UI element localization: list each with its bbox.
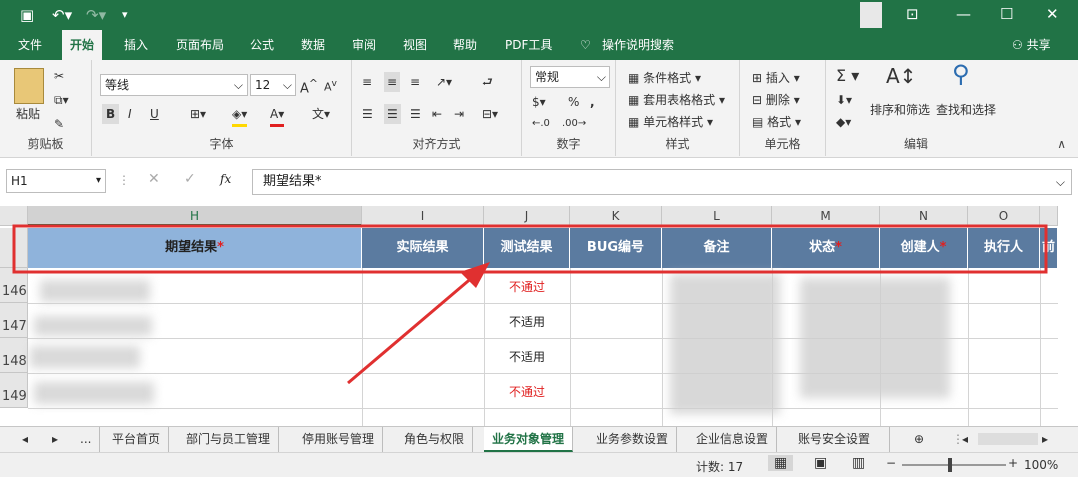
status-bar: 计数: 17 ▦ ▣ ▥ − + 100% bbox=[0, 452, 1078, 477]
more-sheets-button[interactable]: ... bbox=[72, 427, 101, 452]
sheet-tab[interactable]: 角色与权限 bbox=[396, 427, 474, 452]
annotation-arrow bbox=[347, 274, 475, 385]
annotation-overlay bbox=[12, 224, 1048, 385]
scroll-right-icon[interactable]: ▸ bbox=[52, 427, 58, 452]
zoom-slider-thumb[interactable] bbox=[948, 458, 952, 472]
highlight-box bbox=[12, 224, 1048, 274]
sheet-tab[interactable]: 部门与员工管理 bbox=[178, 427, 280, 452]
sheet-tab[interactable]: 业务参数设置 bbox=[588, 427, 678, 452]
scroll-left-icon[interactable]: ◂ bbox=[22, 427, 28, 452]
scroll-left-icon[interactable]: ◂ bbox=[962, 427, 968, 452]
sheet-tab[interactable]: 企业信息设置 bbox=[688, 427, 778, 452]
horizontal-scrollbar[interactable] bbox=[978, 433, 1038, 445]
sheet-tab[interactable]: 账号安全设置 bbox=[790, 427, 890, 452]
sheet-tab-active[interactable]: 业务对象管理 bbox=[484, 427, 574, 452]
normal-view-icon[interactable]: ▦ bbox=[768, 455, 794, 471]
scroll-right-icon[interactable]: ▸ bbox=[1042, 427, 1048, 452]
add-sheet-icon[interactable]: ⊕ bbox=[906, 427, 932, 452]
zoom-slider[interactable] bbox=[902, 464, 1006, 466]
status-count: 计数: 17 bbox=[696, 460, 744, 474]
page-break-view-icon[interactable]: ▥ bbox=[852, 455, 865, 471]
sheet-tab-bar: ◂ ▸ ... 平台首页 部门与员工管理 停用账号管理 角色与权限 业务对象管理… bbox=[0, 426, 1078, 452]
zoom-out-icon[interactable]: − bbox=[886, 456, 896, 470]
sheet-tab[interactable]: 停用账号管理 bbox=[294, 427, 384, 452]
zoom-in-icon[interactable]: + bbox=[1008, 456, 1018, 470]
page-layout-view-icon[interactable]: ▣ bbox=[814, 455, 827, 471]
sheet-tab[interactable]: 平台首页 bbox=[104, 427, 170, 452]
zoom-level[interactable]: 100% bbox=[1024, 458, 1058, 472]
